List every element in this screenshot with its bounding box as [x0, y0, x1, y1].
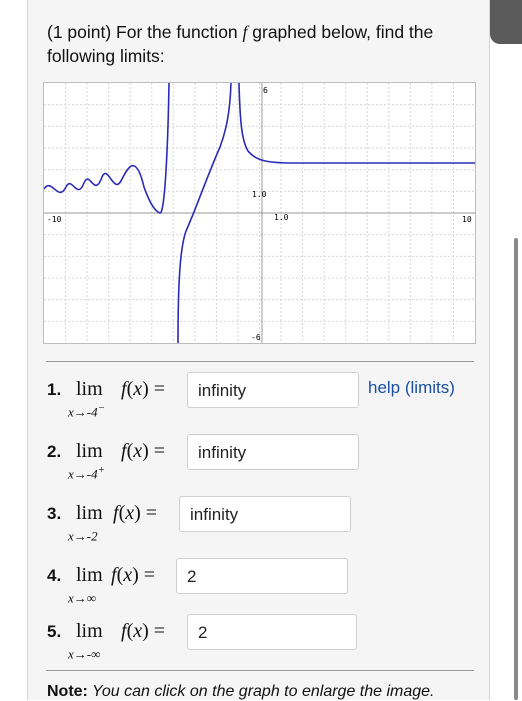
answer-input-5[interactable]: 2 — [187, 614, 357, 650]
graph-svg: 6 -6 -10 10 1.0 1.0 — [43, 82, 475, 344]
function-graph[interactable]: 6 -6 -10 10 1.0 1.0 — [43, 82, 476, 344]
problem-number: 5. — [47, 622, 62, 641]
answer-input-1[interactable]: infinity — [187, 372, 359, 408]
lim-subscript: x→-∞ — [68, 646, 101, 662]
lim-operator: lim — [76, 440, 103, 462]
lim-subscript: x→-4− — [68, 402, 105, 420]
lim-operator: lim — [76, 564, 103, 586]
curve-left — [43, 82, 170, 214]
note-text: Note: You can click on the graph to enla… — [47, 683, 435, 700]
y-top-label: 6 — [263, 86, 268, 95]
lim-subscript: x→-2 — [68, 528, 98, 544]
problem-number: 4. — [47, 566, 62, 585]
divider-bottom — [46, 670, 474, 671]
function-expr: f(x) = — [121, 620, 166, 642]
answer-input-3[interactable]: infinity — [179, 496, 351, 532]
scrollbar[interactable] — [514, 238, 518, 700]
function-expr: f(x) = — [111, 564, 156, 586]
y-tick-label: 1.0 — [252, 190, 267, 199]
x-left-label: -10 — [47, 215, 62, 224]
lim-operator: lim — [76, 378, 103, 400]
problem-number: 2. — [47, 442, 62, 461]
y-bottom-label: -6 — [251, 333, 261, 342]
function-expr: f(x) = — [121, 378, 166, 400]
x-right-label: 10 — [462, 215, 472, 224]
problem-number: 3. — [47, 504, 62, 523]
help-limits-link[interactable]: help (limits) — [368, 378, 455, 398]
side-tab[interactable] — [490, 0, 522, 44]
lim-subscript: x→-4+ — [68, 464, 105, 482]
problem-prompt: (1 point) For the function f graphed bel… — [47, 22, 434, 66]
problem-number: 1. — [47, 380, 62, 399]
divider-top — [46, 361, 474, 362]
lim-operator: lim — [76, 502, 103, 524]
function-expr: f(x) = — [121, 440, 166, 462]
x-tick-label: 1.0 — [274, 213, 289, 222]
answer-input-2[interactable]: infinity — [187, 434, 359, 470]
function-expr: f(x) = — [113, 502, 158, 524]
lim-operator: lim — [76, 620, 103, 642]
lim-subscript: x→∞ — [68, 590, 97, 606]
curve-right — [238, 82, 475, 164]
answer-input-4[interactable]: 2 — [176, 558, 348, 594]
